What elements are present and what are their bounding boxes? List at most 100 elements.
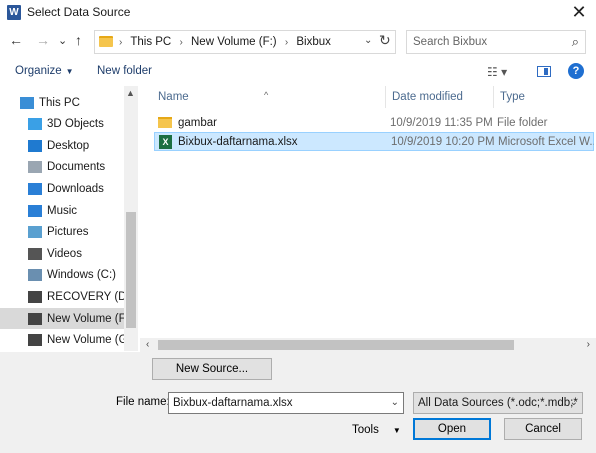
folder-icon (158, 117, 172, 128)
new-folder-button[interactable]: New folder (97, 65, 152, 77)
up-button[interactable]: ↑ (75, 32, 82, 48)
music-icon (28, 204, 42, 217)
sidebar-item-label: New Volume (F:) (47, 312, 124, 325)
horizontal-scrollbar[interactable]: ‹ › (140, 338, 596, 352)
list-item-bixbux-xlsx[interactable]: X Bixbux-daftarnama.xlsx 10/9/2019 10:20 … (154, 132, 594, 151)
excel-file-icon: X (159, 134, 172, 149)
search-box[interactable]: Search Bixbux ⌕ (406, 30, 586, 54)
sidebar-item-label: Windows (C:) (47, 269, 117, 282)
refresh-icon[interactable]: ↻ (379, 32, 391, 49)
file-name-label: File name: (116, 396, 170, 408)
breadcrumb-new-volume[interactable]: New Volume (F:) (191, 36, 277, 48)
videos-icon (28, 247, 42, 260)
file-name: Bixbux-daftarnama.xlsx (178, 135, 298, 148)
sidebar-item-label: Downloads (47, 182, 104, 195)
nav-scrollbar[interactable]: ▲ (124, 86, 138, 351)
navigation-pane: This PC 3D Objects Desktop Documents Downloa… (0, 86, 138, 351)
word-app-icon: W (7, 5, 21, 20)
title-bar: W Select Data Source ✕ (0, 0, 596, 26)
sidebar-item-music[interactable]: Music (0, 200, 124, 221)
sidebar-item-label: Pictures (47, 226, 89, 239)
scroll-up-icon[interactable]: ▲ (126, 88, 135, 98)
forward-button[interactable]: → (36, 32, 50, 48)
cancel-button[interactable]: Cancel (504, 418, 582, 440)
chevron-right-icon[interactable]: › (119, 37, 122, 48)
breadcrumb: › This PC › New Volume (F:) › Bixbux (119, 36, 336, 48)
file-date: 10/9/2019 10:20 PM (391, 135, 495, 148)
folder-icon (99, 36, 113, 47)
pictures-icon (28, 226, 42, 239)
back-button[interactable]: ← (9, 32, 23, 48)
sidebar-item-this-pc[interactable]: This PC (0, 92, 124, 113)
view-options-icon[interactable]: ☷ ▾ (487, 65, 507, 79)
navigation-bar: ← → ⌄ ↑ › This PC › New Volume (F:) › Bi… (0, 28, 596, 56)
dialog-footer: New Source... File name: Bixbux-daftarna… (0, 352, 596, 453)
close-button[interactable]: ✕ (568, 2, 590, 22)
file-name: gambar (178, 116, 217, 129)
sidebar-item-downloads[interactable]: Downloads (0, 178, 124, 199)
breadcrumb-bixbux[interactable]: Bixbux (296, 36, 331, 48)
new-source-button[interactable]: New Source... (152, 358, 272, 380)
column-header-type[interactable]: Type (494, 86, 594, 108)
chevron-right-icon[interactable]: › (285, 37, 288, 48)
help-icon[interactable]: ? (568, 63, 584, 79)
file-type: File folder (497, 116, 548, 129)
drive-icon (28, 334, 42, 347)
address-bar[interactable]: › This PC › New Volume (F:) › Bixbux ⌄ ↻ (94, 30, 396, 54)
chevron-right-icon[interactable]: › (179, 37, 182, 48)
file-type-filter[interactable]: All Data Sources (*.odc;*.mdb;* ⌄ (413, 392, 583, 414)
file-list: Name ^ Date modified Type gambar 10/9/20… (152, 86, 596, 342)
chevron-down-icon[interactable]: ⌄ (391, 393, 399, 413)
column-header-date[interactable]: Date modified (386, 86, 494, 108)
file-name-field[interactable]: Bixbux-daftarnama.xlsx ⌄ (168, 392, 404, 414)
sidebar-item-3d-objects[interactable]: 3D Objects (0, 114, 124, 135)
recent-locations-button[interactable]: ⌄ (58, 34, 67, 47)
sidebar-item-label: New Volume (G: (47, 334, 124, 347)
drive-icon (28, 290, 42, 303)
search-icon[interactable]: ⌕ (572, 34, 579, 50)
list-item-gambar[interactable]: gambar 10/9/2019 11:35 PM File folder (154, 113, 594, 132)
chevron-down-icon[interactable]: ⌄ (570, 393, 578, 413)
column-header-name[interactable]: Name ^ (152, 86, 386, 108)
drive-windows-icon (28, 269, 42, 282)
sidebar-item-label: This PC (39, 96, 80, 109)
sidebar-item-label: RECOVERY (D:) (47, 290, 124, 303)
drive-icon (28, 312, 42, 325)
caret-down-icon: ▼ (392, 426, 401, 435)
filter-value: All Data Sources (*.odc;*.mdb;* (418, 397, 578, 409)
breadcrumb-this-pc[interactable]: This PC (130, 36, 171, 48)
sidebar-item-new-volume-f[interactable]: New Volume (F:) (0, 308, 124, 329)
sidebar-item-label: Documents (47, 161, 106, 174)
file-date: 10/9/2019 11:35 PM (390, 116, 493, 129)
scrollbar-thumb[interactable] (158, 340, 514, 350)
sidebar-item-documents[interactable]: Documents (0, 157, 124, 178)
chevron-down-icon[interactable]: ⌄ (364, 35, 372, 46)
search-input[interactable]: Search Bixbux (413, 36, 487, 48)
scrollbar-thumb[interactable] (126, 212, 136, 328)
sidebar-item-desktop[interactable]: Desktop (0, 135, 124, 156)
sidebar-item-label: Videos (47, 247, 82, 260)
sidebar-item-new-volume-g[interactable]: New Volume (G: (0, 330, 124, 351)
sidebar-item-label: Desktop (47, 139, 90, 152)
file-name-value: Bixbux-daftarnama.xlsx (173, 397, 293, 409)
window-title: Select Data Source (27, 5, 131, 19)
sidebar-item-recovery-d[interactable]: RECOVERY (D:) (0, 286, 124, 307)
sidebar-item-windows-c[interactable]: Windows (C:) (0, 265, 124, 286)
sidebar-item-label: Music (47, 204, 78, 217)
organize-button[interactable]: Organize ▼ (15, 65, 74, 77)
command-bar: Organize ▼ New folder ☷ ▾ ? (0, 58, 596, 86)
download-icon (28, 182, 42, 195)
file-type: Microsoft Excel W... (498, 135, 594, 148)
sort-up-icon: ^ (264, 90, 269, 100)
sidebar-item-pictures[interactable]: Pictures (0, 222, 124, 243)
scroll-left-icon[interactable]: ‹ (146, 339, 149, 350)
cube-icon (28, 118, 42, 131)
preview-pane-icon[interactable] (537, 66, 551, 77)
tools-button[interactable]: Tools ▼ (352, 424, 401, 436)
open-button[interactable]: Open (413, 418, 491, 440)
tools-label: Tools (352, 424, 379, 436)
sidebar-item-videos[interactable]: Videos (0, 243, 124, 264)
desktop-icon (28, 139, 42, 152)
document-icon (28, 161, 42, 174)
scroll-right-icon[interactable]: › (587, 339, 590, 350)
